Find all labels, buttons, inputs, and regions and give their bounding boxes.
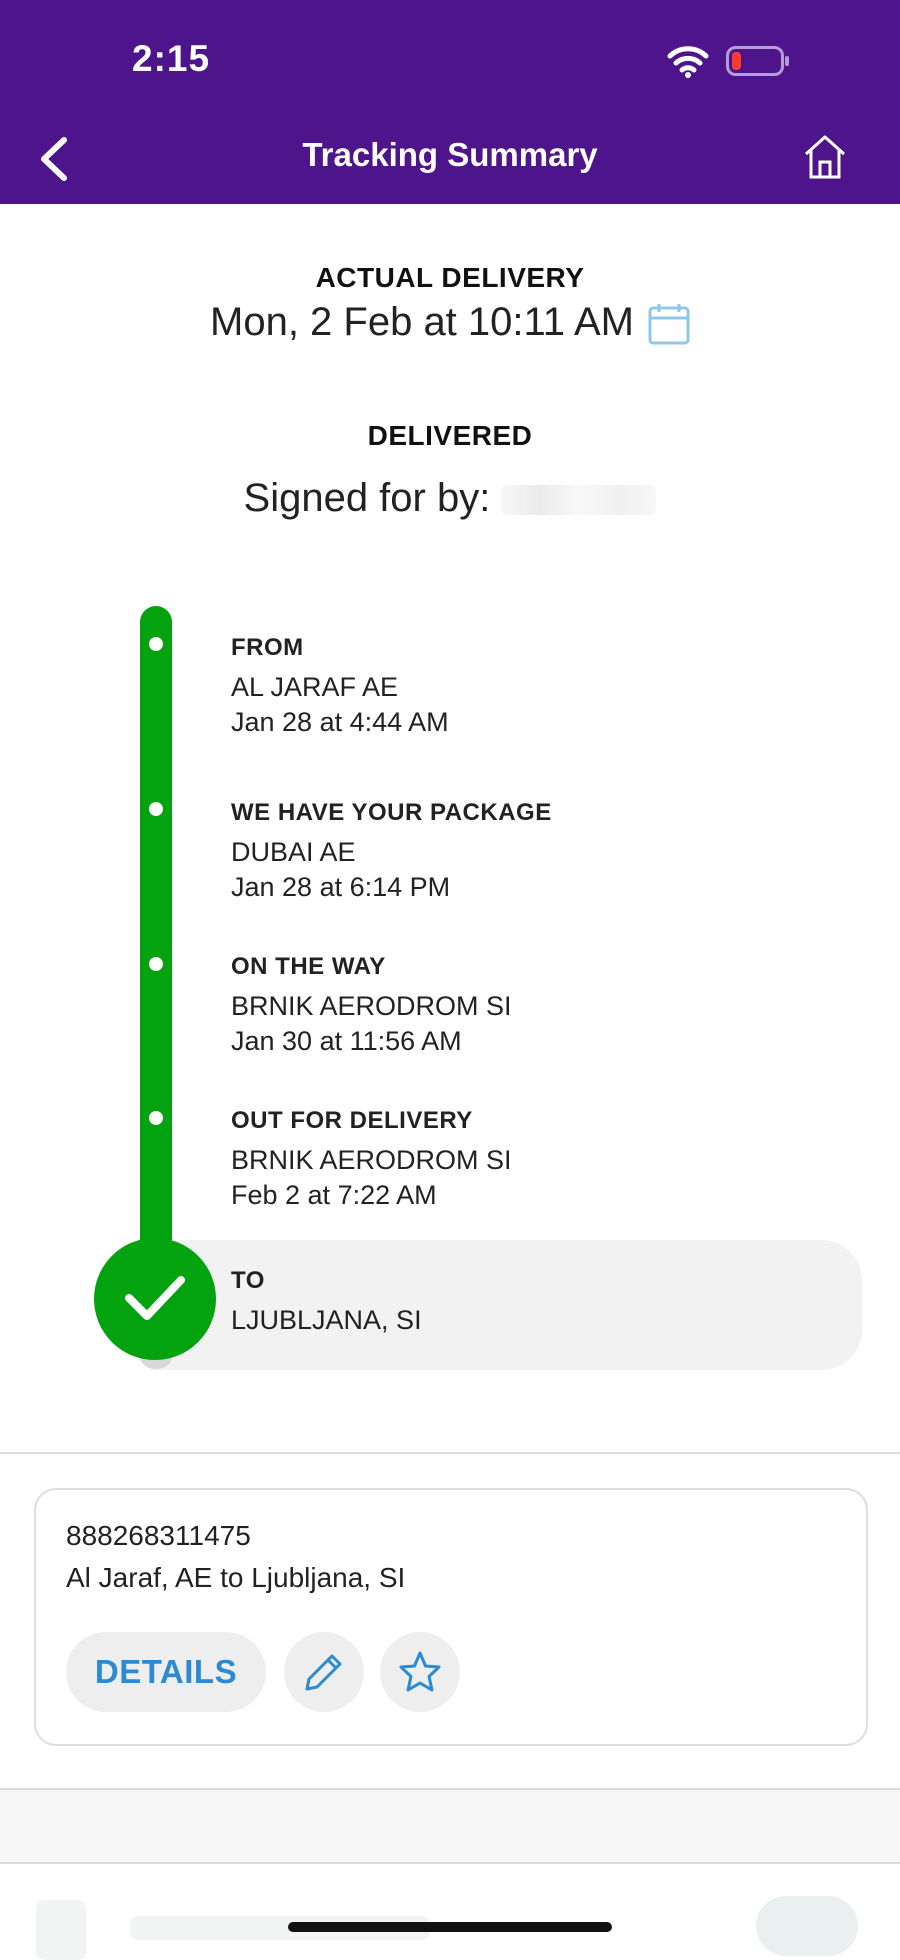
pencil-icon bbox=[305, 1654, 342, 1691]
stop-title: FROM bbox=[231, 634, 304, 661]
delivered-check bbox=[94, 1238, 216, 1360]
timeline-stop-picked-up: WE HAVE YOUR PACKAGE DUBAI AE Jan 28 at … bbox=[231, 799, 552, 905]
bottom-placeholder bbox=[756, 1896, 858, 1956]
gray-band bbox=[0, 1790, 900, 1862]
stop-title: WE HAVE YOUR PACKAGE bbox=[231, 799, 552, 826]
stop-time: Jan 30 at 11:56 AM bbox=[231, 1026, 462, 1056]
signature-redacted bbox=[501, 485, 657, 516]
actual-delivery-label: ACTUAL DELIVERY bbox=[315, 262, 585, 293]
stop-location: BRNIK AERODROM SI bbox=[231, 1145, 512, 1175]
timeline-dot bbox=[149, 1111, 163, 1125]
favorite-button[interactable] bbox=[380, 1632, 460, 1712]
stop-location: LJUBLJANA, SI bbox=[231, 1305, 422, 1335]
stop-time: Feb 2 at 7:22 AM bbox=[231, 1180, 437, 1210]
details-button[interactable]: DETAILS bbox=[66, 1632, 266, 1712]
stop-time: Jan 28 at 4:44 AM bbox=[231, 707, 449, 737]
check-icon bbox=[125, 1276, 185, 1320]
shipment-route: Al Jaraf, AE to Ljubljana, SI bbox=[66, 1562, 406, 1593]
home-icon[interactable] bbox=[800, 132, 850, 182]
timeline-stop-to: TO LJUBLJANA, SI bbox=[231, 1267, 422, 1338]
stop-title: ON THE WAY bbox=[231, 953, 386, 980]
delivered-status: DELIVERED bbox=[367, 420, 533, 451]
status-time: 2:15 bbox=[132, 38, 211, 79]
stop-time: Jan 28 at 6:14 PM bbox=[231, 872, 451, 902]
battery-icon bbox=[726, 46, 789, 76]
timeline-dot bbox=[149, 637, 163, 651]
stop-title: OUT FOR DELIVERY bbox=[231, 1107, 473, 1134]
timeline-stop-out-for-delivery: OUT FOR DELIVERY BRNIK AERODROM SI Feb 2… bbox=[231, 1107, 512, 1213]
tracking-number: 888268311475 bbox=[66, 1520, 251, 1551]
signed-for: Signed for by: bbox=[0, 476, 900, 521]
page-title: Tracking Summary bbox=[302, 136, 598, 173]
bottom-placeholder bbox=[36, 1900, 86, 1960]
home-indicator bbox=[288, 1922, 612, 1932]
star-icon bbox=[399, 1651, 441, 1692]
edit-button[interactable] bbox=[284, 1632, 364, 1712]
timeline-stop-on-the-way: ON THE WAY BRNIK AERODROM SI Jan 30 at 1… bbox=[231, 953, 512, 1059]
timeline-dot bbox=[149, 802, 163, 816]
signed-for-label: Signed for by: bbox=[243, 476, 491, 520]
stop-title: TO bbox=[231, 1267, 265, 1294]
stop-location: BRNIK AERODROM SI bbox=[231, 991, 512, 1021]
wifi-icon bbox=[667, 46, 709, 78]
app-header: 2:15 Tracking Summary bbox=[0, 0, 900, 204]
delivery-date: Mon, 2 Feb at 10:11 AM bbox=[210, 300, 634, 344]
stop-location: AL JARAF AE bbox=[231, 672, 399, 702]
divider bbox=[0, 1862, 900, 1864]
divider bbox=[0, 1452, 900, 1454]
timeline-stop-from: FROM AL JARAF AE Jan 28 at 4:44 AM bbox=[231, 634, 449, 740]
timeline-dot bbox=[149, 957, 163, 971]
stop-location: DUBAI AE bbox=[231, 837, 356, 867]
calendar-icon[interactable] bbox=[647, 302, 691, 346]
